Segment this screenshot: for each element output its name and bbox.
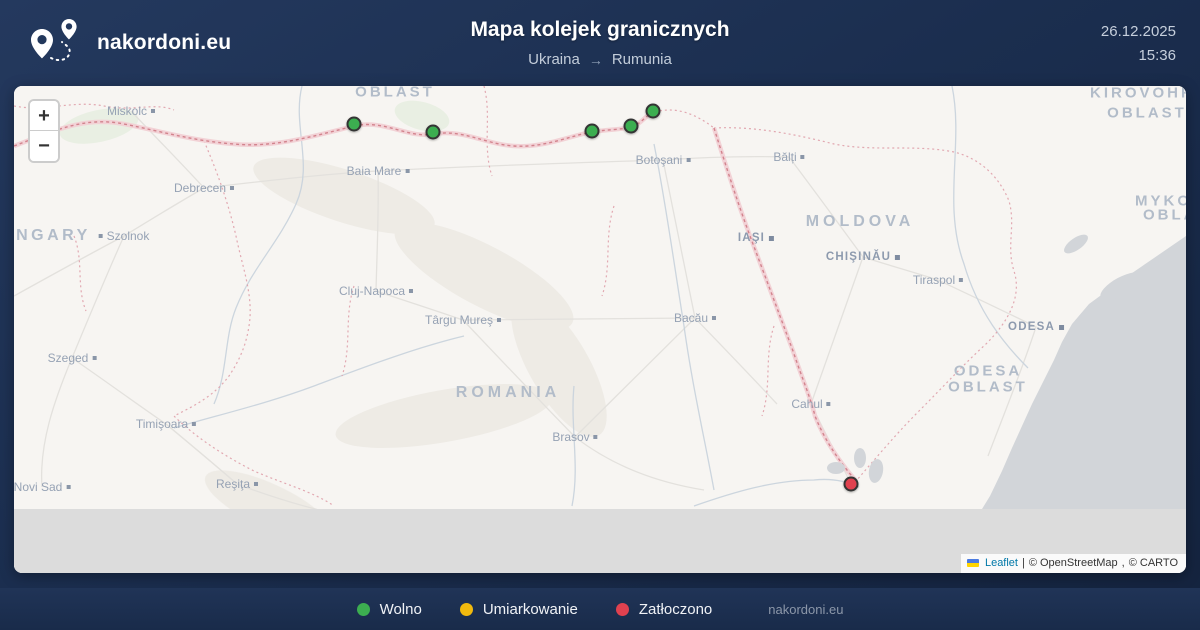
attribution-comma: , [1122,557,1125,569]
route-from: Ukraina [528,51,580,68]
route-to: Rumunia [612,51,672,68]
footer-brand: nakordoni.eu [768,602,843,617]
map-canvas[interactable]: OBLASTKIROVOHRADOBLASTMYKOLAIVOBLASTHUNG… [14,86,1186,573]
legend-label: Zatłoczono [639,601,712,618]
date-label: 26.12.2025 [1101,23,1176,40]
brand[interactable]: nakordoni.eu [28,0,231,86]
leaflet-link[interactable]: Leaflet [985,557,1018,569]
border-crossing-marker-wolno[interactable] [426,125,441,140]
arrow-right-icon: → [589,52,603,68]
zoom-in-button[interactable]: + [30,101,58,131]
carto-link[interactable]: © CARTO [1129,557,1178,569]
route-subtitle: Ukraina → Rumunia [528,51,672,68]
legend-item-umiarkowanie: Umiarkowanie [460,601,578,618]
legend-dot-icon [616,603,629,616]
zoom-control: + − [28,99,60,163]
border-crossing-marker-wolno[interactable] [585,124,600,139]
header: nakordoni.eu Mapa kolejek granicznych Uk… [0,0,1200,86]
map-attribution: Leaflet | © OpenStreetMap, © CARTO [961,554,1186,573]
route-pins-logo-icon [28,19,84,67]
legend-items: Wolno Umiarkowanie Zatłoczono [357,601,713,618]
legend-label: Umiarkowanie [483,601,578,618]
legend-footer: Wolno Umiarkowanie Zatłoczono nakordoni.eu [0,588,1200,630]
map-markers-layer [14,86,1186,573]
legend-item-zatloczono: Zatłoczono [616,601,712,618]
datetime: 26.12.2025 15:36 [1101,0,1176,86]
zoom-out-button[interactable]: − [30,131,58,161]
legend-item-wolno: Wolno [357,601,422,618]
ukraine-flag-icon [967,559,979,567]
brand-name: nakordoni.eu [97,31,231,55]
legend-dot-icon [460,603,473,616]
osm-link[interactable]: © OpenStreetMap [1029,557,1118,569]
border-crossing-marker-wolno[interactable] [347,117,362,132]
time-label: 15:36 [1138,47,1176,64]
attribution-separator: | [1022,557,1025,569]
page-title: Mapa kolejek granicznych [470,18,729,42]
border-crossing-marker-wolno[interactable] [646,104,661,119]
legend-label: Wolno [380,601,422,618]
border-crossing-marker-wolno[interactable] [624,119,639,134]
legend-dot-icon [357,603,370,616]
border-crossing-marker-zatloczono[interactable] [844,477,859,492]
